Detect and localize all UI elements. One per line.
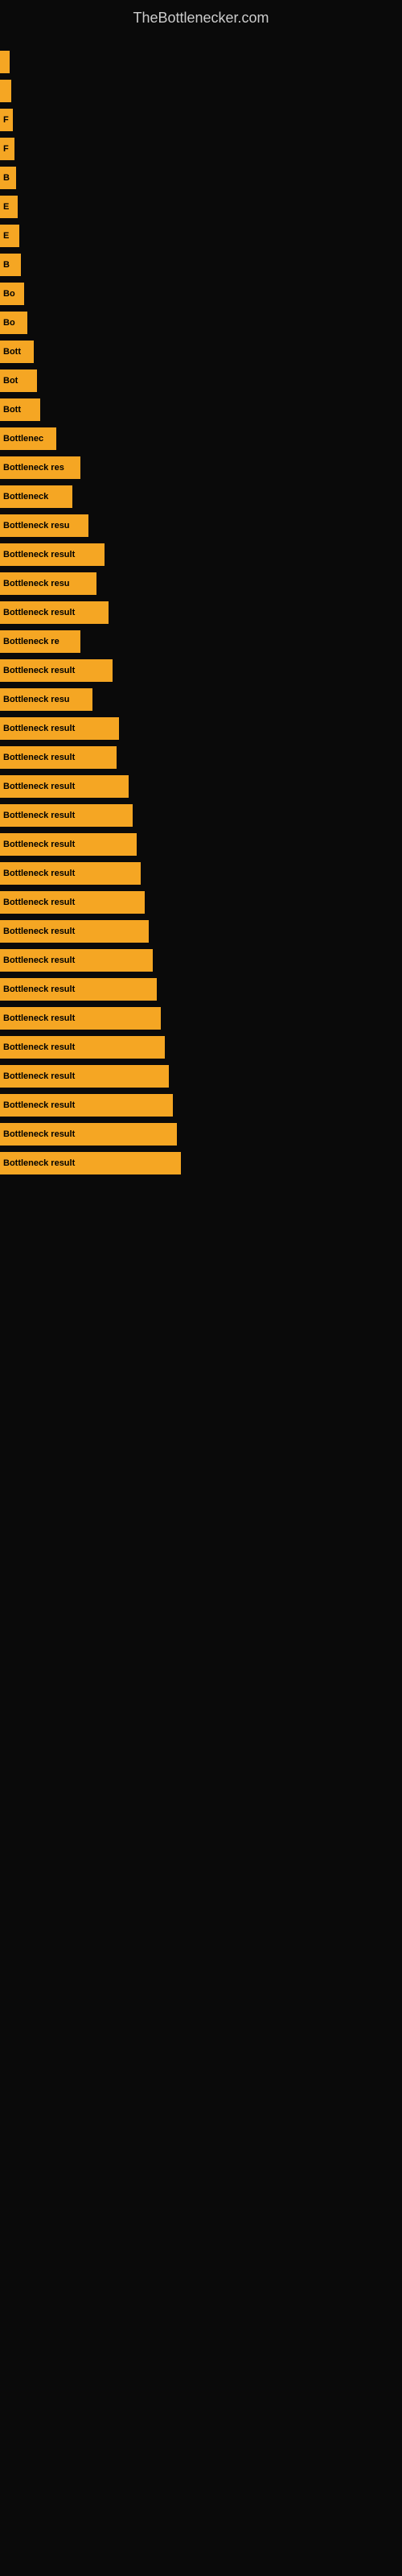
bar-row: Bottleneck result [0,658,402,683]
bar-row: F [0,136,402,162]
bottleneck-bar: Bottleneck result [0,1123,177,1146]
bar-row: Bottleneck result [0,1063,402,1089]
bottleneck-bar: Bottleneck result [0,949,153,972]
bottleneck-bar: F [0,109,13,131]
bar-row: Bottleneck result [0,1150,402,1176]
bottleneck-bar: Bottleneck result [0,920,149,943]
bottleneck-bar: Bottleneck result [0,1036,165,1059]
bottleneck-bar: Bottleneck result [0,746,117,769]
bottleneck-bar: B [0,167,16,189]
site-title: TheBottlenecker.com [0,0,402,33]
bottleneck-bar: Bottleneck [0,485,72,508]
bar-row: Bott [0,397,402,423]
bottleneck-bar: Bott [0,398,40,421]
bar-row: Bottleneck result [0,1005,402,1031]
bar-row: Bottleneck result [0,774,402,799]
bar-row: Bottleneck resu [0,687,402,712]
bar-row: Bottleneck result [0,1034,402,1060]
bottleneck-bar: Bottleneck result [0,1094,173,1117]
bottleneck-bar: Bott [0,341,34,363]
bottleneck-bar: F [0,138,14,160]
bottleneck-bar: Bottleneck result [0,717,119,740]
bottleneck-bar: Bottleneck re [0,630,80,653]
bar-row: Bo [0,281,402,307]
bottleneck-bar: Bottleneck resu [0,572,96,595]
bottleneck-bar: Bottleneck result [0,601,109,624]
bar-row: Bottlenec [0,426,402,452]
bar-row [0,78,402,104]
bar-row: Bottleneck result [0,890,402,915]
bar-row: Bottleneck result [0,1092,402,1118]
bottleneck-bar: Bottleneck result [0,978,157,1001]
bottleneck-bar [0,51,10,73]
bar-row: Bottleneck resu [0,571,402,597]
bottleneck-bar: Bottleneck result [0,775,129,798]
bar-row: Bottleneck result [0,600,402,625]
bar-row: Bottleneck result [0,861,402,886]
bar-row: Bottleneck result [0,832,402,857]
bottleneck-bar: E [0,196,18,218]
bottleneck-bar: Bottleneck result [0,891,145,914]
bottleneck-bar: Bottleneck resu [0,514,88,537]
bar-row: F [0,107,402,133]
bottleneck-bar: Bottleneck result [0,543,105,566]
bottleneck-bar [0,80,11,102]
bar-row: E [0,194,402,220]
bar-row [0,49,402,75]
bars-container: FFBEEBBoBoBottBotBottBottlenecBottleneck… [0,33,402,1179]
bar-row: B [0,165,402,191]
bottleneck-bar: Bottleneck result [0,1065,169,1088]
bottleneck-bar: Bottleneck res [0,456,80,479]
bottleneck-bar: B [0,254,21,276]
bottleneck-bar: Bottleneck result [0,1007,161,1030]
bar-row: Bottleneck res [0,455,402,481]
bottleneck-bar: Bottleneck result [0,862,141,885]
bottleneck-bar: Bot [0,369,37,392]
bar-row: Bottleneck result [0,919,402,944]
bar-row: B [0,252,402,278]
bottleneck-bar: E [0,225,19,247]
bar-row: Bot [0,368,402,394]
bar-row: Bottleneck result [0,745,402,770]
bar-row: Bottleneck result [0,716,402,741]
bottleneck-bar: Bo [0,312,27,334]
bar-row: Bottleneck result [0,803,402,828]
bar-row: Bottleneck result [0,947,402,973]
bottleneck-bar: Bottleneck result [0,804,133,827]
bottleneck-bar: Bo [0,283,24,305]
bottleneck-bar: Bottlenec [0,427,56,450]
bar-row: Bottleneck result [0,976,402,1002]
bar-row: Bottleneck result [0,542,402,568]
bar-row: Bott [0,339,402,365]
bar-row: E [0,223,402,249]
bar-row: Bo [0,310,402,336]
bar-row: Bottleneck [0,484,402,510]
bar-row: Bottleneck re [0,629,402,654]
bottleneck-bar: Bottleneck result [0,659,113,682]
bar-row: Bottleneck resu [0,513,402,539]
bar-row: Bottleneck result [0,1121,402,1147]
bottleneck-bar: Bottleneck resu [0,688,92,711]
bottleneck-bar: Bottleneck result [0,833,137,856]
bottleneck-bar: Bottleneck result [0,1152,181,1174]
